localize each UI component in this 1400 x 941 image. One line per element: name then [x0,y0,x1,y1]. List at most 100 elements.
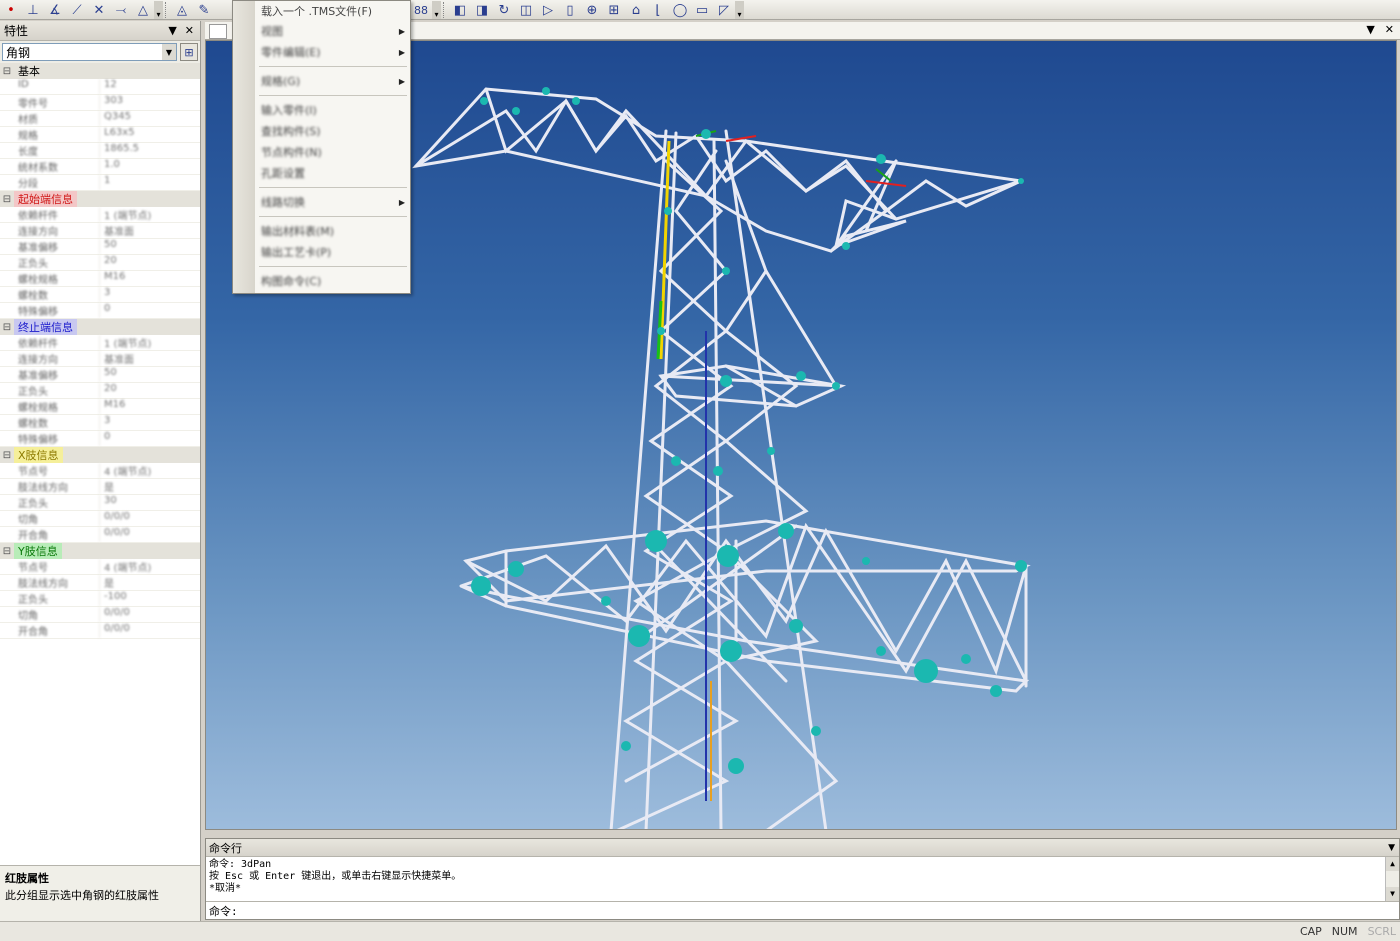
rotate-icon[interactable]: ↻ [493,1,515,20]
property-row[interactable]: 正负头 -100 [0,591,200,607]
property-value[interactable]: 基准面 [100,223,200,238]
context-menu-item[interactable]: 输入零件(I) [257,100,407,120]
bracket-icon[interactable]: ⌊ [647,1,669,20]
property-category[interactable]: ⊟ 终止端信息 [0,319,200,335]
toolbar-badge[interactable]: 88 [410,1,432,20]
property-row[interactable]: 依赖杆件 1 (端节点) [0,335,200,351]
property-row[interactable]: 材质 Q345 [0,111,200,127]
context-menu-item[interactable]: 载入一个 .TMS文件(F) [257,1,407,21]
property-value[interactable]: 12 [100,79,200,94]
context-menu-item[interactable]: 视图 ▶ [257,21,407,41]
property-row[interactable]: 切角 0/0/0 [0,607,200,623]
toolbar-overflow-icon[interactable]: ▾ [735,1,744,19]
property-value[interactable]: 1865.5 [100,143,200,158]
scroll-track[interactable] [1386,871,1399,887]
view-back-icon[interactable]: ◨ [471,1,493,20]
property-row[interactable]: 节点号 4 (端节点) [0,463,200,479]
erase-icon[interactable]: ⌂ [625,1,647,20]
point-icon[interactable]: • [0,1,22,20]
collapse-icon[interactable]: ⊟ [0,194,14,205]
property-row[interactable]: 螺栓数 3 [0,287,200,303]
command-input-row[interactable]: 命令: [206,901,1399,919]
property-row[interactable]: 规格 L63x5 [0,127,200,143]
toolbar-overflow-icon[interactable]: ▾ [154,1,163,19]
collapse-icon[interactable]: ⊟ [0,450,14,461]
bend-icon[interactable]: ⟋ [66,1,88,20]
property-category[interactable]: ⊟ X肢信息 [0,447,200,463]
property-row[interactable]: 连接方向 基准面 [0,223,200,239]
property-value[interactable]: 0/0/0 [100,623,200,638]
property-row[interactable]: 肢法线方向是 [0,575,200,591]
context-menu-item[interactable]: 孔距设置 [257,163,407,183]
property-row[interactable]: 统材系数 1.0 [0,159,200,175]
property-value[interactable]: 30 [100,495,200,510]
property-value[interactable]: 20 [100,383,200,398]
property-row[interactable]: 螺栓规格 M16 [0,271,200,287]
collapse-icon[interactable]: ⊟ [0,546,14,557]
property-row[interactable]: 特殊偏移 0 [0,431,200,447]
property-value[interactable]: M16 [100,271,200,286]
property-value[interactable]: M16 [100,399,200,414]
close-icon[interactable]: ✕ [1385,23,1394,36]
viewport-dropdown-icon[interactable]: ▼ [1366,23,1374,36]
property-value[interactable]: 0/0/0 [100,607,200,622]
collapse-icon[interactable]: ⊟ [0,66,14,77]
toolbar-overflow-icon[interactable]: ▾ [432,1,441,19]
object-type-select[interactable]: 角钢 ▼ [2,43,177,61]
context-menu-item[interactable]: 查找构件(S) [257,121,407,141]
scroll-up-icon[interactable]: ▲ [1386,857,1399,871]
property-row[interactable]: 基准偏移 50 [0,239,200,255]
pencil-icon[interactable]: ✎ [193,1,215,20]
triangle-outline-icon[interactable]: ◬ [171,1,193,20]
property-row[interactable]: 切角 0/0/0 [0,511,200,527]
property-row[interactable]: 依赖杆件 1 (端节点) [0,207,200,223]
line-icon[interactable]: ⊥ [22,1,44,20]
property-category[interactable]: ⊟ 起始端信息 [0,191,200,207]
plate-icon[interactable]: ◸ [713,1,735,20]
property-value[interactable]: 1.0 [100,159,200,174]
frame-icon[interactable]: ▭ [691,1,713,20]
property-row[interactable]: 螺栓规格 M16 [0,399,200,415]
chevron-down-icon[interactable]: ▼ [1388,843,1399,853]
chevron-down-icon[interactable]: ▼ [162,44,176,60]
property-row[interactable]: 开合角 0/0/0 [0,623,200,639]
property-value[interactable]: 1 (端节点) [100,207,200,222]
context-menu-item[interactable]: 输出工艺卡(P) [257,242,407,262]
property-row[interactable]: 长度 1865.5 [0,143,200,159]
property-value[interactable]: 1 (端节点) [100,335,200,350]
property-row[interactable]: 正负头 20 [0,383,200,399]
property-value[interactable]: Q345 [100,111,200,126]
property-row[interactable]: 正负头 30 [0,495,200,511]
collapse-icon[interactable]: ⊟ [0,322,14,333]
property-value[interactable]: 0/0/0 [100,511,200,526]
cross-icon[interactable]: ✕ [88,1,110,20]
property-value[interactable]: 4 (端节点) [100,463,200,478]
property-row[interactable]: 开合角 0/0/0 [0,527,200,543]
view-tab[interactable] [209,24,227,39]
property-row[interactable]: 分段 1 [0,175,200,191]
property-row[interactable]: 基准偏移 50 [0,367,200,383]
context-menu-item[interactable]: 规格(G) ▶ [257,71,407,91]
property-row[interactable]: 螺栓数 3 [0,415,200,431]
property-value[interactable]: 0 [100,303,200,318]
close-icon[interactable]: ✕ [185,24,194,37]
context-menu-item[interactable]: 线路切换 ▶ [257,192,407,212]
scroll-down-icon[interactable]: ▼ [1386,887,1399,901]
property-row[interactable]: 零件号 303 [0,95,200,111]
property-value[interactable]: 4 (端节点) [100,559,200,574]
property-value[interactable]: 是 [100,575,200,590]
property-value[interactable]: 20 [100,255,200,270]
context-menu-item[interactable]: 构图命令(C) [257,271,407,291]
property-value[interactable]: 是 [100,479,200,494]
property-value[interactable]: 1 [100,175,200,190]
property-value[interactable]: 3 [100,415,200,430]
property-row[interactable]: ID 12 [0,79,200,95]
zoom-window-icon[interactable]: ⊞ [603,1,625,20]
quick-select-button[interactable]: ⊞ [180,43,198,61]
property-row[interactable]: 特殊偏移 0 [0,303,200,319]
angle-icon[interactable]: ∡ [44,1,66,20]
context-menu-item[interactable]: 零件编辑(E) ▶ [257,42,407,62]
panel-dropdown-icon[interactable]: ▼ [168,24,176,37]
property-row[interactable]: 正负头 20 [0,255,200,271]
context-menu-item[interactable]: 输出材料表(M) [257,221,407,241]
